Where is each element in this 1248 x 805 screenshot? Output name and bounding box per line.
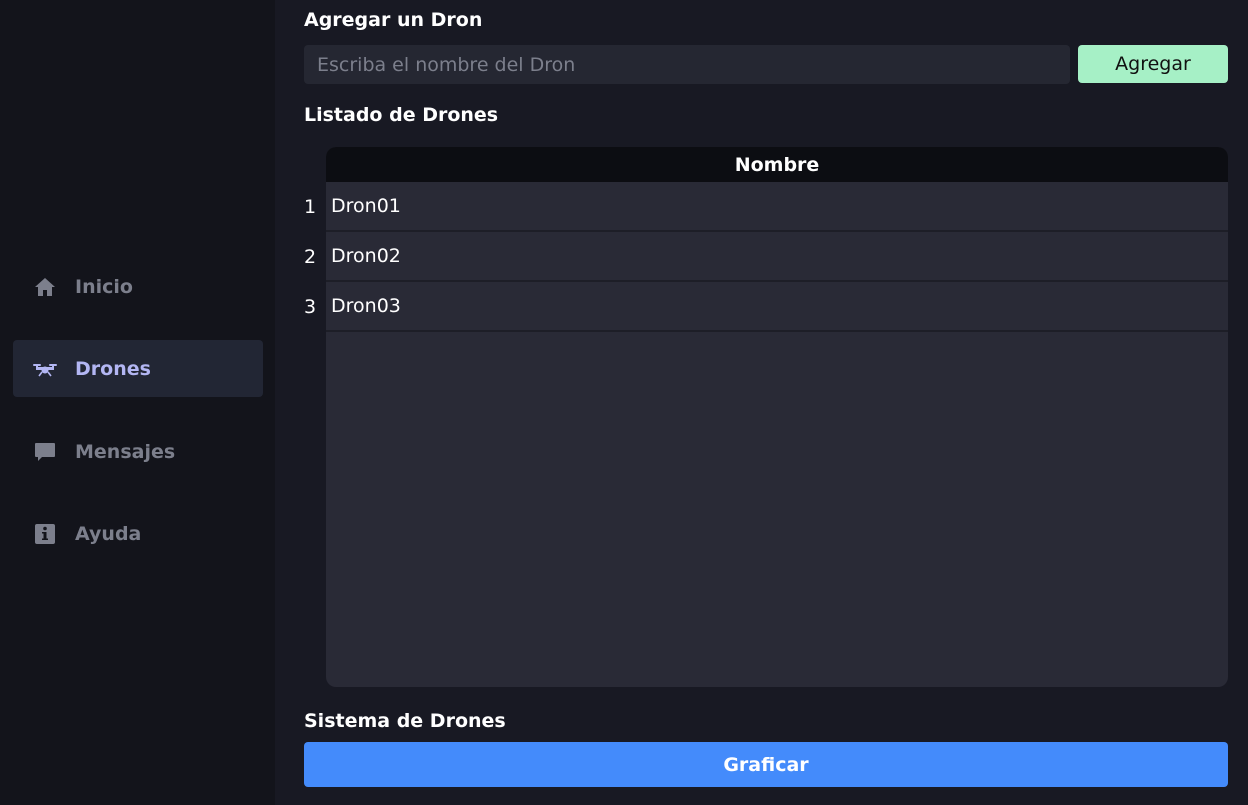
table-row[interactable]: Dron01 xyxy=(326,182,1228,232)
sidebar-item-ayuda[interactable]: Ayuda xyxy=(13,505,263,562)
row-index: 3 xyxy=(304,296,317,318)
table-row[interactable]: Dron03 xyxy=(326,282,1228,332)
drone-list-title: Listado de Drones xyxy=(304,104,499,126)
row-index: 1 xyxy=(304,196,317,218)
table-header-nombre: Nombre xyxy=(326,147,1228,182)
table-cell-name: Dron02 xyxy=(331,245,401,267)
sidebar-item-mensajes[interactable]: Mensajes xyxy=(13,423,263,480)
system-title: Sistema de Drones xyxy=(304,710,506,732)
table-row[interactable]: Dron02 xyxy=(326,232,1228,282)
sidebar-item-drones[interactable]: Drones xyxy=(13,340,263,397)
sidebar-item-label: Ayuda xyxy=(75,522,142,545)
drone-name-input[interactable] xyxy=(304,45,1070,84)
sidebar: Inicio Drones Mensajes Ayuda xyxy=(0,0,275,805)
add-drone-button[interactable]: Agregar xyxy=(1078,45,1228,83)
info-icon xyxy=(33,522,57,546)
add-drone-title: Agregar un Dron xyxy=(304,9,483,31)
sidebar-item-label: Drones xyxy=(75,357,151,380)
table-cell-name: Dron01 xyxy=(331,195,401,217)
drone-icon xyxy=(33,357,57,381)
table-cell-name: Dron03 xyxy=(331,295,401,317)
sidebar-item-label: Inicio xyxy=(75,275,133,298)
chat-icon xyxy=(33,440,57,464)
drone-table: Nombre Dron01 Dron02 Dron03 xyxy=(326,147,1228,687)
main-content: Agregar un Dron Agregar Listado de Drone… xyxy=(304,0,1228,805)
row-index: 2 xyxy=(304,246,317,268)
home-icon xyxy=(33,275,57,299)
graph-button[interactable]: Graficar xyxy=(304,742,1228,787)
sidebar-item-label: Mensajes xyxy=(75,440,176,463)
sidebar-item-inicio[interactable]: Inicio xyxy=(13,258,263,315)
